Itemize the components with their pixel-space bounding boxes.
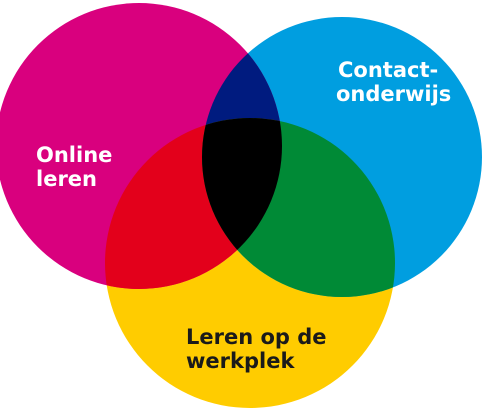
label-contactonderwijs: Contact- onderwijs — [336, 58, 451, 106]
label-contact-line-1: Contact- — [338, 58, 438, 82]
label-online-line-1: Online — [36, 143, 112, 167]
label-online-line-2: leren — [36, 167, 97, 191]
label-werkplek-line-2: werkplek — [186, 349, 295, 373]
venn-diagram: Online leren Contact- onderwijs Leren op… — [0, 0, 497, 413]
label-contact-line-2: onderwijs — [336, 82, 451, 106]
venn-svg: Online leren Contact- onderwijs Leren op… — [0, 3, 482, 408]
label-werkplek-line-1: Leren op de — [186, 325, 327, 349]
